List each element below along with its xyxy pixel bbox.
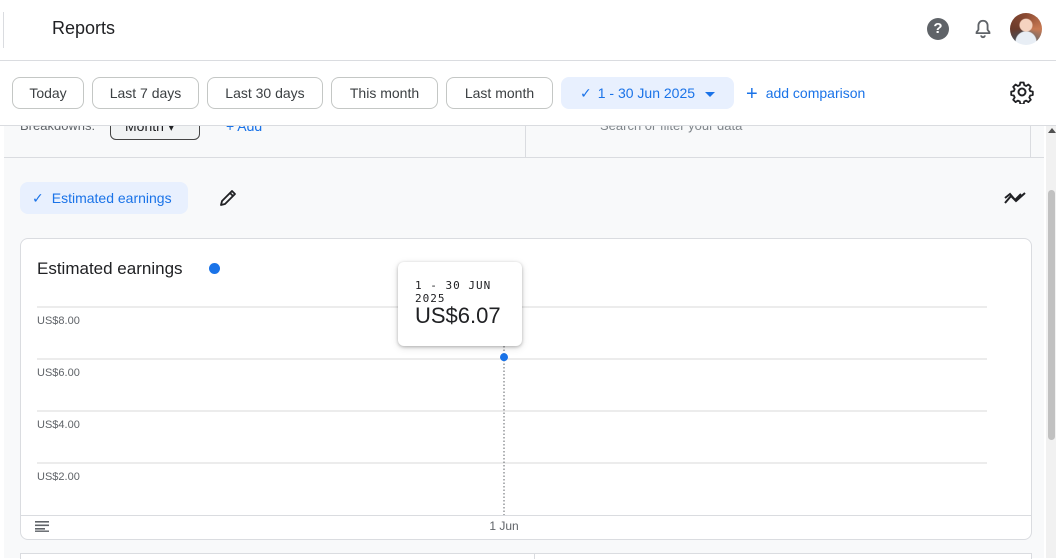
help-icon[interactable]: ?	[927, 18, 949, 40]
date-range-label: 1 - 30 Jun 2025	[597, 85, 696, 101]
scroll-up-arrow-icon[interactable]	[1048, 128, 1056, 133]
check-icon: ✓	[579, 85, 592, 101]
avatar[interactable]	[1010, 13, 1042, 45]
next-card-edge	[20, 553, 1032, 559]
chip-last-30-days[interactable]: Last 30 days	[207, 77, 323, 109]
chart-tooltip: 1 - 30 JUN 2025 US$6.07	[398, 262, 522, 346]
y-tick-label: US$2.00	[37, 471, 80, 483]
check-icon: ✓	[32, 190, 44, 206]
chart-card: Estimated earnings US$2.00 US$4.00 US$6.00…	[20, 238, 1032, 540]
earnings-chart[interactable]: US$2.00 US$4.00 US$6.00 US$8.00 1 Jun	[21, 239, 1031, 539]
metric-chip-estimated-earnings[interactable]: ✓ Estimated earnings	[20, 182, 188, 214]
metric-chip-label: Estimated earnings	[51, 190, 172, 206]
chevron-down-icon	[705, 91, 716, 97]
scrollbar-thumb[interactable]	[1048, 190, 1055, 440]
date-range-dropdown[interactable]: ✓ 1 - 30 Jun 2025	[561, 77, 734, 109]
trend-icon[interactable]	[1004, 190, 1026, 206]
y-tick-label: US$8.00	[37, 315, 80, 327]
legend-icon[interactable]	[35, 520, 49, 532]
add-comparison-label: add comparison	[765, 85, 866, 101]
report-panel: ✓ Estimated earnings Estimated earnings U…	[4, 158, 1044, 558]
add-comparison-button[interactable]: + add comparison	[746, 83, 865, 106]
chip-today[interactable]: Today	[12, 77, 84, 109]
chip-last-month[interactable]: Last month	[446, 77, 553, 109]
date-filter-bar: Today Last 7 days Last 30 days This mont…	[0, 61, 1056, 126]
chip-last-7-days[interactable]: Last 7 days	[92, 77, 199, 109]
y-tick-label: US$6.00	[37, 367, 80, 379]
pencil-icon[interactable]	[218, 188, 238, 208]
tooltip-date: 1 - 30 JUN 2025	[415, 279, 492, 305]
plus-icon: +	[746, 83, 758, 105]
divider	[534, 554, 535, 559]
bell-icon[interactable]	[972, 18, 994, 40]
chart-footer-line	[21, 515, 1031, 516]
chip-this-month[interactable]: This month	[331, 77, 438, 109]
gear-icon[interactable]	[1010, 80, 1034, 104]
page-title: Reports	[52, 18, 116, 38]
x-tick-label: 1 Jun	[489, 519, 518, 533]
app-header: Reports ?	[0, 0, 1056, 61]
y-tick-label: US$4.00	[37, 419, 80, 431]
data-point[interactable]	[500, 353, 508, 362]
header-divider	[3, 12, 4, 48]
tooltip-value: US$6.07	[415, 303, 501, 328]
